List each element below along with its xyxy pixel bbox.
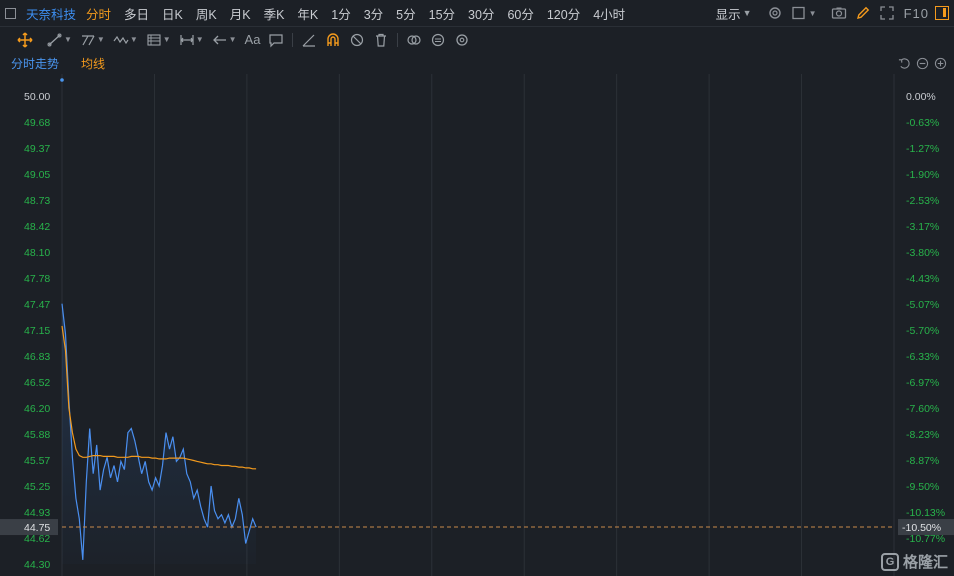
price-area	[62, 303, 257, 564]
y-right-tick-label: -8.23%	[906, 429, 939, 441]
line-tool-icon[interactable]: ▼	[47, 29, 72, 51]
gear-icon[interactable]	[766, 4, 784, 22]
settings-icon[interactable]	[454, 29, 470, 51]
tab-avg-line[interactable]: 均线	[81, 55, 105, 72]
square-layout-icon[interactable]	[790, 4, 808, 22]
zoom-in-icon[interactable]	[932, 55, 948, 71]
tab-period-1[interactable]: 多日	[124, 4, 149, 23]
hide-drawings-icon[interactable]	[349, 29, 365, 51]
camera-icon[interactable]	[830, 4, 848, 22]
logo-icon: G	[880, 552, 899, 571]
y-right-tick-label: -8.87%	[906, 455, 939, 467]
tab-period-4[interactable]: 月K	[230, 4, 251, 23]
y-left-tick-label: 48.42	[24, 221, 50, 233]
watermark-logo: G 格隆汇	[880, 551, 948, 572]
y-right-tick-label: -5.07%	[906, 299, 939, 311]
ruler-icon[interactable]	[301, 29, 317, 51]
y-right-tick-label: -5.70%	[906, 325, 939, 337]
fib-tool-icon[interactable]: ▼	[146, 29, 171, 51]
tab-period-7[interactable]: 1分	[331, 4, 350, 23]
y-left-tick-label: 48.73	[24, 195, 50, 207]
pencil-icon[interactable]	[854, 4, 872, 22]
range-tool-icon[interactable]: ▼	[179, 29, 204, 51]
y-right-tick-label: -9.50%	[906, 481, 939, 493]
y-right-tick-label: -1.90%	[906, 169, 939, 181]
y-left-tick-label: 49.05	[24, 169, 50, 181]
y-left-tick-label: 46.52	[24, 377, 50, 389]
tab-period-10[interactable]: 15分	[429, 4, 455, 23]
f10-button[interactable]: F10	[904, 6, 929, 21]
stock-name[interactable]: 天奈科技	[26, 4, 76, 23]
move-cross-icon[interactable]	[17, 29, 33, 51]
tab-period-14[interactable]: 4小时	[593, 4, 625, 23]
toolbar-divider	[292, 32, 294, 47]
wave-tool-icon[interactable]: ▼	[113, 29, 138, 51]
y-right-tick-label: -0.63%	[906, 117, 939, 129]
y-right-tick-label: -7.60%	[906, 403, 939, 415]
tab-timeshare[interactable]: 分时走势	[11, 55, 59, 72]
period-toolbar: 天奈科技 分时 多日 日K 周K 月K 季K 年K 1分 3分 5分 15分 30分 60分 120分 4小…	[0, 0, 954, 26]
sync-icon[interactable]	[430, 29, 446, 51]
y-right-tick-label: -3.17%	[906, 221, 939, 233]
y-right-tick-label: 0.00%	[906, 91, 936, 103]
tab-period-6[interactable]: 年K	[297, 4, 318, 23]
y-right-tick-label: -2.53%	[906, 195, 939, 207]
y-right-tick-label: -6.33%	[906, 351, 939, 363]
comment-icon[interactable]	[268, 29, 284, 51]
tab-period-11[interactable]: 30分	[468, 4, 494, 23]
y-right-tick-label: -3.80%	[906, 247, 939, 259]
y-left-tick-label: 47.47	[24, 299, 50, 311]
y-left-tick-label: 49.37	[24, 143, 50, 155]
trash-icon[interactable]	[373, 29, 389, 51]
arrow-tool-icon[interactable]: ▼	[212, 29, 237, 51]
window-icon[interactable]	[5, 7, 16, 19]
y-left-tick-label: 44.30	[24, 559, 50, 571]
current-pct-label: -10.50%	[902, 522, 941, 534]
y-left-tick-label: 46.83	[24, 351, 50, 363]
y-left-tick-label: 45.57	[24, 455, 50, 467]
y-left-tick-label: 49.68	[24, 117, 50, 129]
start-marker	[60, 78, 64, 82]
channel-tool-icon[interactable]: ▼	[80, 29, 105, 51]
tab-period-5[interactable]: 季K	[264, 4, 285, 23]
y-left-tick-label: 45.88	[24, 429, 50, 441]
zoom-out-icon[interactable]	[914, 55, 930, 71]
drawing-toolbar: ▼ ▼ ▼ ▼ ▼ ▼ Aa	[0, 26, 954, 52]
y-left-tick-label: 50.00	[24, 91, 50, 103]
tab-period-3[interactable]: 周K	[196, 4, 217, 23]
fullscreen-icon[interactable]	[878, 4, 896, 22]
y-left-tick-label: 46.20	[24, 403, 50, 415]
chevron-down-icon: ▼	[742, 8, 752, 18]
timeshare-chart[interactable]: 50.00 49.68 49.37 49.05 48.73 48.42 48.10 47.78…	[0, 74, 954, 576]
sidebar-toggle-icon[interactable]	[935, 6, 949, 20]
chart-header: 分时走势 均线	[0, 52, 954, 74]
y-right-tick-label: -1.27%	[906, 143, 939, 155]
magnet-icon[interactable]	[325, 29, 341, 51]
tab-period-2[interactable]: 日K	[162, 4, 183, 23]
display-dropdown[interactable]: 显示 ▼	[716, 4, 752, 23]
y-left-tick-label: 45.25	[24, 481, 50, 493]
reset-icon[interactable]	[896, 55, 912, 71]
overlay-compare-icon[interactable]	[406, 29, 422, 51]
text-tool-icon[interactable]: Aa	[245, 29, 261, 51]
y-left-tick-label: 47.15	[24, 325, 50, 337]
tab-period-13[interactable]: 120分	[547, 4, 580, 23]
chevron-down-icon[interactable]: ▼	[808, 4, 818, 22]
y-right-tick-label: -10.13%	[906, 507, 945, 519]
y-right-tick-label: -6.97%	[906, 377, 939, 389]
y-left-tick-label: 48.10	[24, 247, 50, 259]
watermark-text: 格隆汇	[902, 554, 948, 571]
y-left-tick-label: 44.93	[24, 507, 50, 519]
y-right-tick-label: -4.43%	[906, 273, 939, 285]
tab-period-0[interactable]: 分时	[86, 4, 111, 23]
tab-period-8[interactable]: 3分	[364, 4, 383, 23]
toolbar-divider	[397, 32, 399, 47]
tab-period-9[interactable]: 5分	[396, 4, 415, 23]
period-tabs: 分时 多日 日K 周K 月K 季K 年K 1分 3分 5分 15分 30分 60分 120分 4小时	[86, 4, 638, 23]
tab-period-12[interactable]: 60分	[507, 4, 533, 23]
y-left-tick-label: 47.78	[24, 273, 50, 285]
current-price-label: 44.75	[24, 522, 50, 534]
